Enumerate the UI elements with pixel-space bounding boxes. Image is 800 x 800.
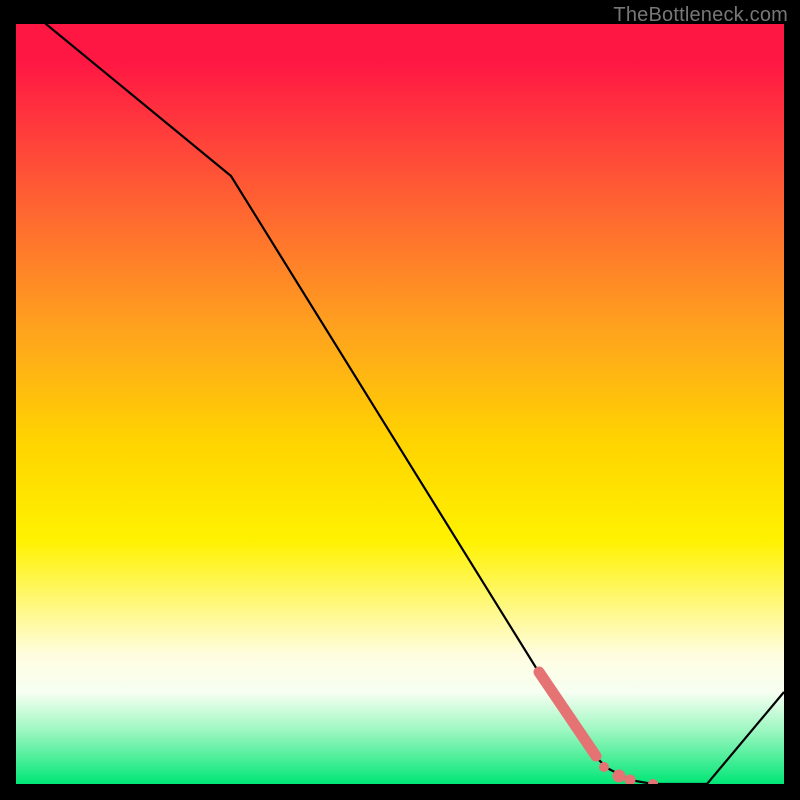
marker-dot <box>599 762 609 772</box>
marker-dot <box>625 775 636 785</box>
plot-area <box>16 24 784 784</box>
marker-dot <box>648 779 658 784</box>
chart-frame: TheBottleneck.com <box>0 0 800 800</box>
curve-line <box>16 24 784 784</box>
marker-thick-segment <box>539 672 596 756</box>
attribution-text: TheBottleneck.com <box>613 4 788 27</box>
chart-overlay <box>16 24 784 784</box>
marker-dot <box>613 770 626 783</box>
